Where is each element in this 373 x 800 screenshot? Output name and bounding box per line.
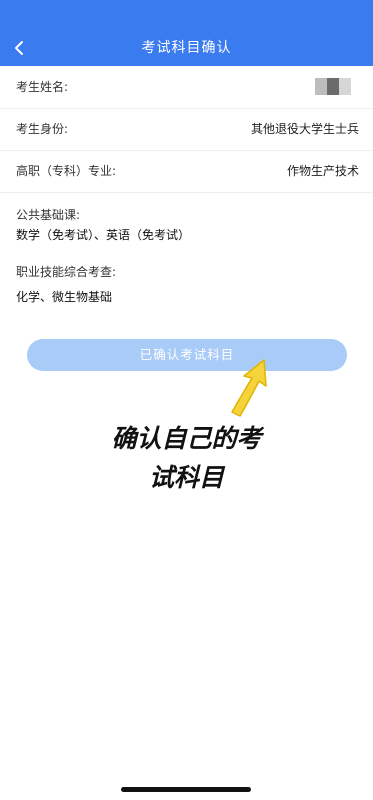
major-value: 作物生产技术	[286, 164, 359, 178]
status-bar	[0, 0, 373, 30]
vocational-label: 职业技能综合考查:	[16, 265, 117, 279]
yellow-arrow-icon	[231, 359, 267, 417]
annotation-text-line-2: 试科目	[148, 463, 224, 492]
name-row: 考生姓名:	[0, 66, 373, 109]
name-label: 考生姓名:	[16, 80, 69, 94]
home-indicator	[121, 787, 251, 792]
confirm-subjects-button[interactable]: 已确认考试科目	[27, 339, 347, 371]
public-courses-value: 数学（免考试）、英语（免考试）	[16, 228, 191, 242]
identity-label: 考生身份:	[16, 122, 69, 136]
identity-row: 考生身份: 其他退役大学生士兵	[0, 108, 373, 151]
masked-name-value	[315, 78, 351, 95]
major-row: 高职（专科）专业: 作物生产技术	[0, 150, 373, 193]
identity-value: 其他退役大学生士兵	[250, 122, 359, 136]
page-title: 考试科目确认	[141, 40, 232, 56]
major-label: 高职（专科）专业:	[16, 164, 117, 178]
public-courses-label: 公共基础课:	[16, 208, 81, 222]
vocational-value: 化学、微生物基础	[16, 290, 113, 304]
annotation-text-line-1: 确认自己的考	[111, 424, 262, 453]
nav-bar: 考试科目确认	[0, 30, 373, 66]
